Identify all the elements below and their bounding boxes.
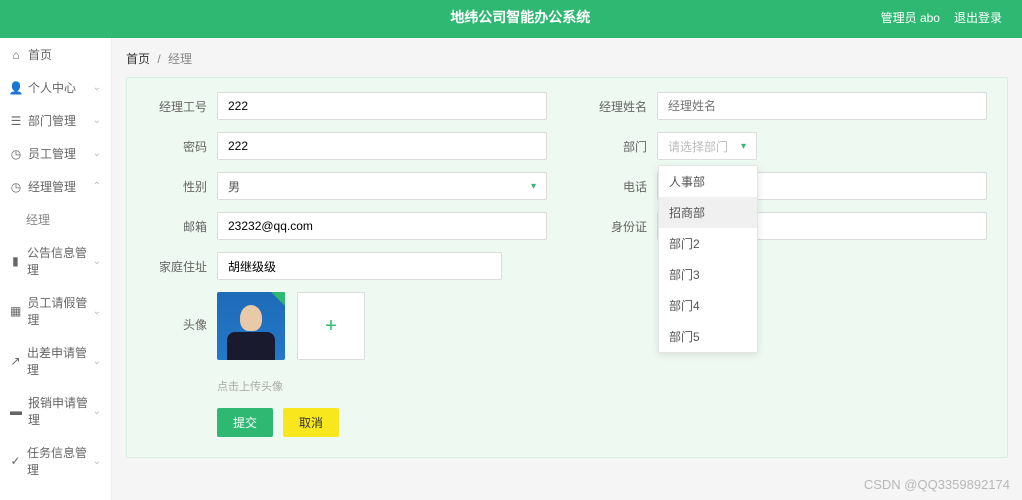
sidebar: ⌂首页 👤个人中心 ⌄ ☰部门管理 ⌄ ◷员工管理 ⌄ ◷经理管理 ⌃ 经理 ▮…: [0, 38, 112, 500]
chart-icon: ▮: [10, 255, 21, 267]
manager-id-input[interactable]: [228, 99, 536, 113]
label-manager-name: 经理姓名: [587, 98, 647, 115]
sidebar-item-home[interactable]: ⌂首页: [0, 38, 111, 71]
sidebar-item-leave[interactable]: ▦员工请假管理 ⌄: [0, 286, 111, 336]
dropdown-option[interactable]: 部门3: [659, 259, 757, 290]
arrow-icon: ↗: [10, 355, 21, 367]
chevron-down-icon: ⌄: [93, 406, 101, 417]
label-password: 密码: [147, 138, 207, 155]
chevron-down-icon: ⌄: [93, 456, 101, 467]
breadcrumb-home[interactable]: 首页: [126, 52, 150, 66]
sidebar-item-announcement[interactable]: ▮公告信息管理 ⌄: [0, 236, 111, 286]
app-title: 地纬公司智能办公系统: [160, 7, 881, 27]
chevron-down-icon: ⌄: [93, 306, 101, 317]
avatar-upload-button[interactable]: +: [297, 292, 365, 360]
label-manager-id: 经理工号: [147, 98, 207, 115]
gender-select[interactable]: 男 ▾: [217, 172, 547, 200]
main-content: 首页 / 经理 经理工号 经理姓名 密码 部门: [112, 38, 1022, 500]
manager-name-input[interactable]: [668, 99, 976, 113]
avatar-preview[interactable]: [217, 292, 285, 360]
sidebar-item-employee[interactable]: ◷员工管理 ⌄: [0, 137, 111, 170]
chevron-up-icon: ⌃: [93, 181, 101, 192]
dropdown-option[interactable]: 部门4: [659, 290, 757, 321]
sidebar-item-manager[interactable]: ◷经理管理 ⌃: [0, 170, 111, 203]
chevron-down-icon: ⌄: [93, 115, 101, 126]
watermark: CSDN @QQ3359892174: [864, 477, 1010, 492]
breadcrumb: 首页 / 经理: [126, 50, 1008, 67]
user-icon: 👤: [10, 82, 22, 94]
label-avatar: 头像: [147, 316, 207, 333]
chevron-down-icon: ▾: [531, 181, 536, 192]
sidebar-item-task[interactable]: ✓任务信息管理 ⌄: [0, 436, 111, 486]
sidebar-sub-manager[interactable]: 经理: [0, 203, 111, 236]
sidebar-item-department[interactable]: ☰部门管理 ⌄: [0, 104, 111, 137]
task-icon: ✓: [10, 455, 21, 467]
chevron-down-icon: ⌄: [93, 82, 101, 93]
plus-icon: +: [325, 315, 337, 338]
dropdown-option[interactable]: 部门2: [659, 228, 757, 259]
submit-button[interactable]: 提交: [217, 408, 273, 437]
breadcrumb-current: 经理: [168, 52, 192, 66]
cancel-button[interactable]: 取消: [283, 408, 339, 437]
label-email: 邮箱: [147, 218, 207, 235]
home-icon: ⌂: [10, 49, 22, 61]
avatar-hint: 点击上传头像: [217, 378, 987, 394]
label-department: 部门: [587, 138, 647, 155]
clock-icon: ◷: [10, 148, 22, 160]
label-address: 家庭住址: [147, 258, 207, 275]
clock-icon: ◷: [10, 181, 22, 193]
sidebar-item-trip[interactable]: ↗出差申请管理 ⌄: [0, 336, 111, 386]
password-input[interactable]: [228, 139, 536, 153]
dropdown-option[interactable]: 部门5: [659, 321, 757, 352]
label-gender: 性别: [147, 178, 207, 195]
form-card: 经理工号 经理姓名 密码 部门 请选择部门 ▾: [126, 77, 1008, 458]
admin-label[interactable]: 管理员 abo: [881, 9, 940, 26]
dropdown-option[interactable]: 招商部: [659, 197, 757, 228]
dropdown-option[interactable]: 人事部: [659, 166, 757, 197]
label-idcard: 身份证: [587, 218, 647, 235]
department-select[interactable]: 请选择部门 ▾ 人事部 招商部 部门2 部门3 部门4 部门5: [657, 132, 757, 160]
calendar-icon: ▦: [10, 305, 21, 317]
label-phone: 电话: [587, 178, 647, 195]
list-icon: ☰: [10, 115, 22, 127]
chevron-down-icon: ⌄: [93, 148, 101, 159]
email-input[interactable]: [228, 219, 536, 233]
money-icon: ▬: [10, 405, 22, 417]
department-dropdown: 人事部 招商部 部门2 部门3 部门4 部门5: [658, 165, 758, 353]
logout-link[interactable]: 退出登录: [954, 9, 1002, 26]
address-input[interactable]: [228, 259, 491, 273]
chevron-down-icon: ⌄: [93, 356, 101, 367]
chevron-down-icon: ⌄: [93, 256, 101, 267]
chevron-down-icon: ▾: [741, 141, 746, 152]
top-bar: 地纬公司智能办公系统 管理员 abo 退出登录: [0, 0, 1022, 34]
sidebar-item-reimburse[interactable]: ▬报销申请管理 ⌄: [0, 386, 111, 436]
sidebar-item-profile[interactable]: 👤个人中心 ⌄: [0, 71, 111, 104]
